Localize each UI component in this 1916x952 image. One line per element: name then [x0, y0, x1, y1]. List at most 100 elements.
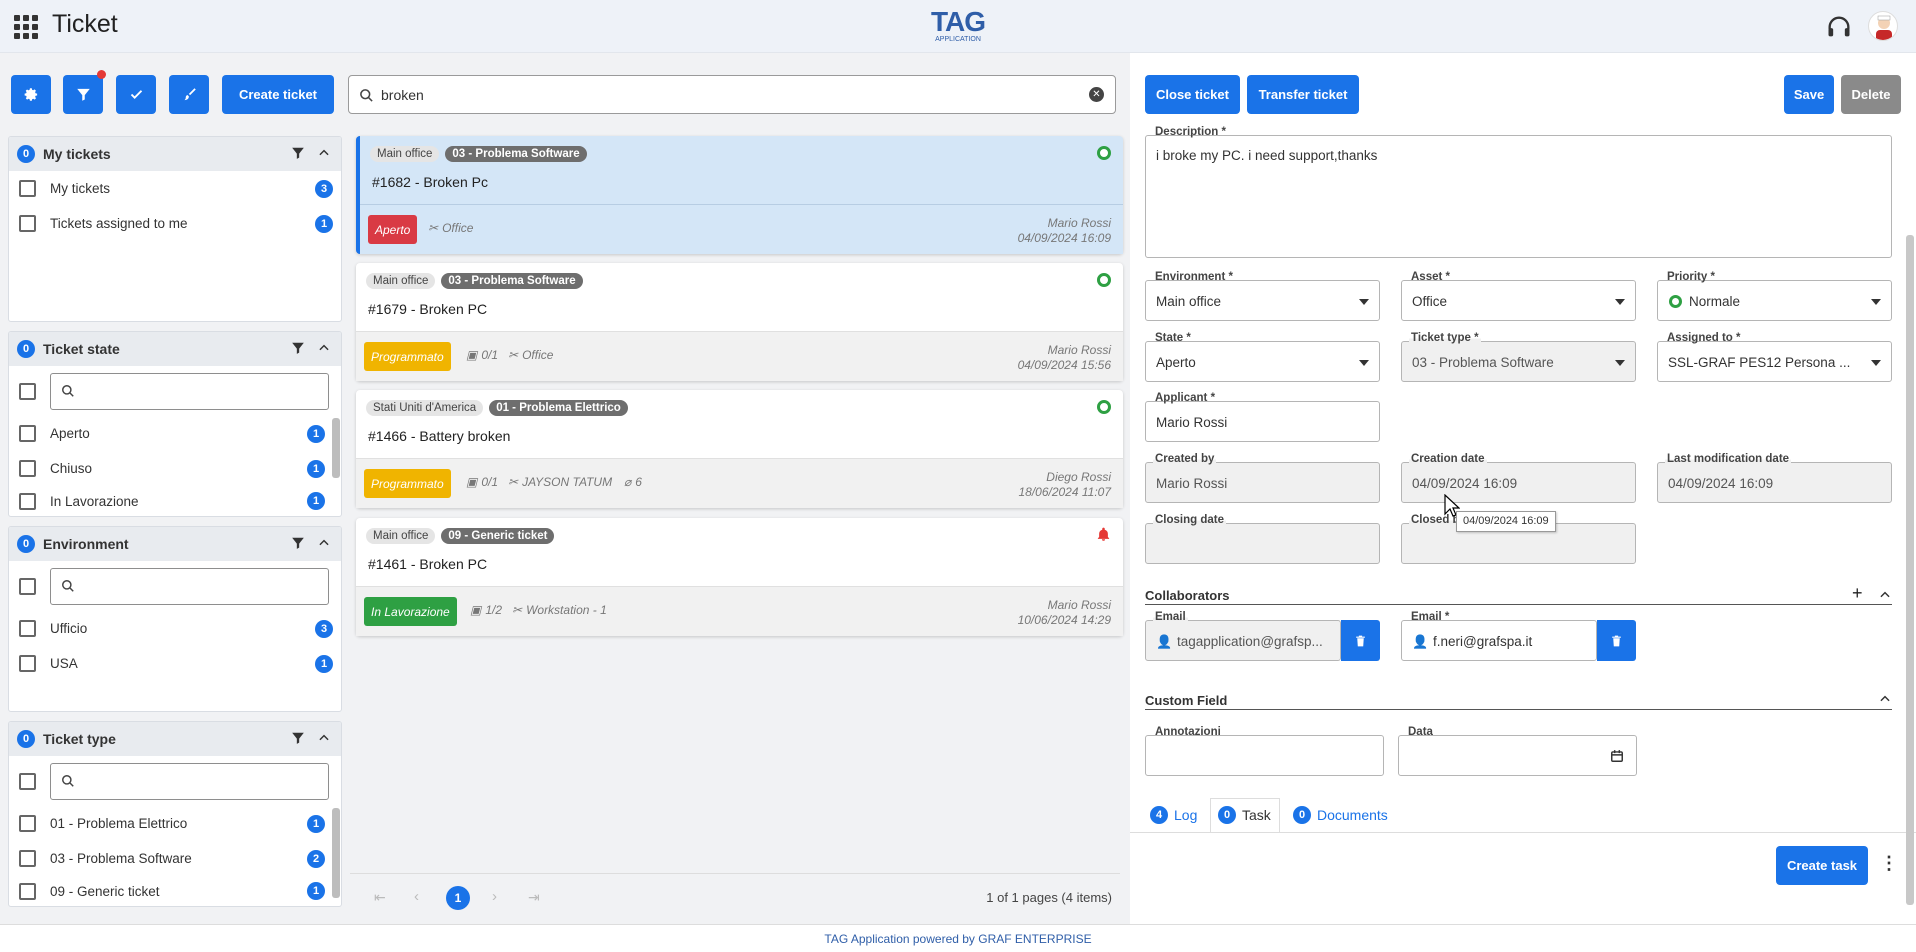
checkbox[interactable]	[19, 425, 36, 442]
list-item[interactable]: 09 - Generic ticket 1	[9, 876, 341, 906]
list-item[interactable]: USA 1	[9, 646, 341, 681]
avatar[interactable]	[1868, 11, 1898, 41]
list-item[interactable]: Ufficio 3	[9, 611, 341, 646]
clear-search-icon[interactable]: ✕	[1089, 87, 1104, 102]
list-item[interactable]: 03 - Problema Software 2	[9, 841, 341, 876]
tab-task[interactable]: 0 Task	[1218, 798, 1271, 832]
chevron-up-icon[interactable]	[317, 536, 331, 550]
create-ticket-button[interactable]: Create ticket	[222, 75, 334, 114]
list-item[interactable]: Aperto 1	[9, 416, 341, 451]
list-item[interactable]: In Lavorazione 1	[9, 486, 341, 516]
scrollbar[interactable]	[332, 808, 340, 898]
asset-meta: ✂ JAYSON TATUM	[508, 475, 612, 489]
scrollbar[interactable]	[332, 418, 340, 478]
state-badge: Programmato	[364, 342, 451, 371]
list-item[interactable]: My tickets 3	[9, 171, 341, 206]
chevron-up-icon[interactable]	[1878, 588, 1892, 602]
annotazioni-field[interactable]: Annotazioni	[1145, 726, 1384, 776]
checkbox[interactable]	[19, 620, 36, 637]
close-ticket-button[interactable]: Close ticket	[1145, 75, 1240, 114]
select-all-button[interactable]	[116, 75, 156, 114]
collaborator-email-field[interactable]: Email * 👤 f.neri@grafspa.it	[1401, 611, 1597, 661]
detail-scrollbar[interactable]	[1906, 235, 1914, 905]
list-item[interactable]: Chiuso 1	[9, 451, 341, 486]
checkbox[interactable]	[19, 215, 36, 232]
checkbox[interactable]	[19, 492, 36, 510]
first-page-icon[interactable]: ⇤	[374, 889, 386, 906]
search-icon	[62, 385, 74, 397]
chevron-up-icon[interactable]	[317, 731, 331, 745]
ticket-search[interactable]: broken ✕	[348, 75, 1116, 114]
priority-select[interactable]: Priority * Normale	[1657, 271, 1892, 321]
applicant-field[interactable]: Applicant * Mario Rossi	[1145, 392, 1380, 442]
search-input[interactable]: broken	[381, 87, 424, 103]
chevron-up-icon[interactable]	[317, 341, 331, 355]
chevron-up-icon[interactable]	[317, 146, 331, 160]
status-dot-icon	[1097, 273, 1111, 287]
list-item[interactable]: Tickets assigned to me 1	[9, 206, 341, 241]
chevron-up-icon[interactable]	[1878, 692, 1892, 706]
checkbox[interactable]	[19, 850, 36, 867]
checkbox[interactable]	[19, 382, 36, 400]
assigned-to-select[interactable]: Assigned to * SSL-GRAF PES12 Persona ...	[1657, 332, 1892, 382]
ticket-card[interactable]: Main office 03 - Problema Software #1682 …	[356, 136, 1123, 254]
task-meta: ▣ 1/2	[470, 603, 502, 617]
ticket-user: Diego Rossi	[1046, 470, 1111, 484]
checkbox[interactable]	[19, 815, 36, 832]
checkbox[interactable]	[19, 882, 36, 900]
description-value[interactable]: i broke my PC. i need support,thanks	[1156, 148, 1377, 163]
ticket-card[interactable]: Main office 03 - Problema Software #1679 …	[356, 263, 1123, 381]
headset-icon[interactable]	[1825, 13, 1853, 41]
settings-button[interactable]	[11, 75, 51, 114]
item-label: My tickets	[50, 181, 111, 196]
prev-page-icon[interactable]: ‹	[414, 888, 419, 905]
asset-select[interactable]: Asset * Office	[1401, 271, 1636, 321]
filter-icon[interactable]	[291, 731, 305, 745]
environment-search-input[interactable]	[50, 567, 329, 605]
apps-grid-icon[interactable]	[14, 15, 38, 39]
delete-button[interactable]: Delete	[1841, 75, 1901, 114]
list-item[interactable]: 01 - Problema Elettrico 1	[9, 806, 341, 841]
environment-select[interactable]: Environment * Main office	[1145, 271, 1380, 321]
field-label: Email *	[1409, 611, 1452, 623]
create-task-button[interactable]: Create task	[1776, 846, 1868, 885]
checkbox[interactable]	[19, 180, 36, 197]
data-field[interactable]: Data	[1398, 726, 1637, 776]
ticket-card[interactable]: Stati Uniti d'America 01 - Problema Elett…	[356, 390, 1123, 508]
ticket-type-select[interactable]: Ticket type * 03 - Problema Software	[1401, 332, 1636, 382]
ticket-card[interactable]: Main office 09 - Generic ticket #1461 - B…	[356, 518, 1123, 636]
delete-collaborator-button[interactable]	[1341, 620, 1380, 661]
filter-icon[interactable]	[291, 146, 305, 160]
checkbox[interactable]	[19, 772, 36, 790]
filter-button[interactable]	[63, 70, 106, 114]
field-value: Main office	[1156, 294, 1222, 309]
asset-label: Office	[442, 221, 474, 235]
checkbox[interactable]	[19, 460, 36, 477]
tab-log[interactable]: 4 Log	[1150, 798, 1197, 832]
next-page-icon[interactable]: ›	[492, 888, 497, 905]
state-select[interactable]: State * Aperto	[1145, 332, 1380, 382]
more-options-icon[interactable]: ⋮	[1880, 853, 1898, 874]
last-page-icon[interactable]: ⇥	[528, 889, 540, 906]
filter-icon[interactable]	[291, 341, 305, 355]
state-search-input[interactable]	[50, 372, 329, 410]
brush-icon	[184, 88, 196, 101]
tab-documents[interactable]: 0 Documents	[1293, 798, 1388, 832]
checkbox[interactable]	[19, 577, 36, 595]
item-label: 01 - Problema Elettrico	[50, 816, 188, 831]
ticket-type-search-input[interactable]	[50, 762, 329, 800]
clear-filters-button[interactable]	[169, 75, 209, 114]
description-field[interactable]: Description * i broke my PC. i need supp…	[1145, 126, 1892, 258]
add-collaborator-icon[interactable]: +	[1852, 583, 1863, 604]
collaborator-email-field: Email 👤 tagapplication@grafsp...	[1145, 611, 1341, 661]
save-button[interactable]: Save	[1784, 75, 1834, 114]
ticket-date: 04/09/2024 16:09	[1017, 231, 1111, 245]
checkbox[interactable]	[19, 655, 36, 672]
transfer-ticket-button[interactable]: Transfer ticket	[1247, 75, 1359, 114]
caret-down-icon	[1615, 299, 1625, 305]
filter-icon[interactable]	[291, 536, 305, 550]
page-number[interactable]: 1	[446, 886, 470, 910]
calendar-icon[interactable]	[1610, 749, 1624, 763]
delete-collaborator-button[interactable]	[1597, 620, 1636, 661]
item-label: USA	[50, 656, 78, 671]
